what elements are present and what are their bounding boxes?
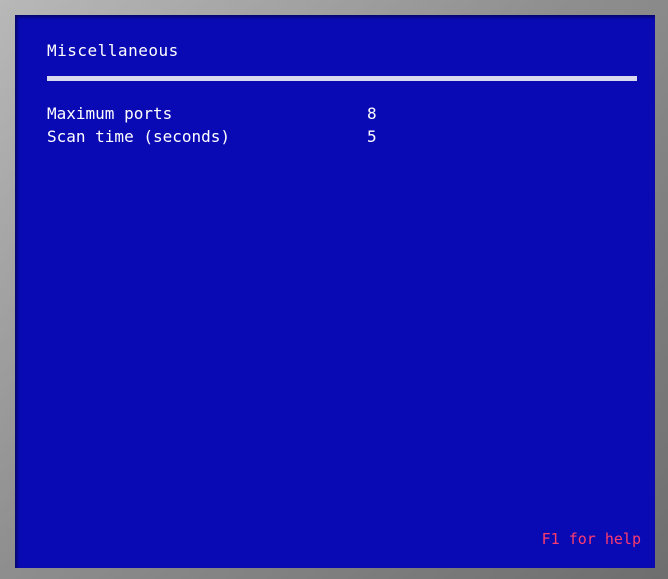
help-hint: F1 for help bbox=[541, 530, 641, 548]
title-divider bbox=[47, 76, 637, 81]
setting-label: Scan time (seconds) bbox=[47, 127, 231, 146]
setup-screen: Miscellaneous Maximum ports 8 Scan time … bbox=[15, 15, 655, 568]
page-title: Miscellaneous bbox=[47, 41, 179, 60]
setting-value[interactable]: 8 bbox=[367, 104, 377, 123]
setting-value[interactable]: 5 bbox=[367, 127, 377, 146]
setting-row-scan-time[interactable]: Scan time (seconds) 5 bbox=[47, 127, 407, 149]
monitor-bezel: Miscellaneous Maximum ports 8 Scan time … bbox=[0, 0, 668, 579]
setting-label: Maximum ports bbox=[47, 104, 173, 123]
setting-row-maximum-ports[interactable]: Maximum ports 8 bbox=[47, 104, 407, 126]
